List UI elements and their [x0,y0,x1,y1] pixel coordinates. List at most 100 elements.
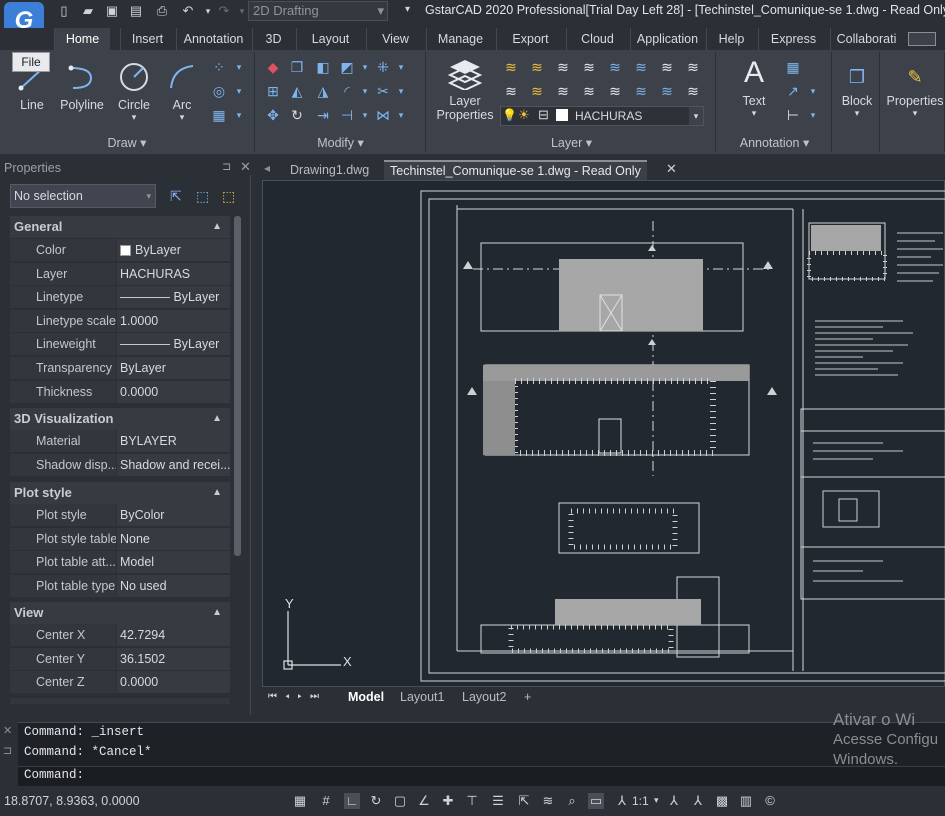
property-value[interactable]: Shadow and recei... [117,453,230,477]
layer-walk-icon[interactable]: ≋ [502,82,520,100]
property-value[interactable]: ByColor [117,504,230,527]
tab-help[interactable]: Help [706,28,756,50]
section-plot-style[interactable]: Plot style ▲ [10,482,230,504]
layer-delete-icon[interactable]: ≋ [580,82,598,100]
general-row[interactable]: Transparency ByLayer [10,357,230,380]
layout-tab-layout2[interactable]: Layout2 [462,690,506,704]
modify-panel-label[interactable]: Modify ▾ [256,135,425,150]
dimension-icon[interactable]: ⊢ [784,106,802,124]
view-row[interactable]: Center X 42.7294 [10,624,230,647]
layer-state-icon[interactable]: ≋ [502,58,520,76]
section-view[interactable]: View ▲ [10,602,230,624]
tab-layout[interactable]: Layout [296,28,364,50]
print-icon[interactable]: ⎙ [154,3,170,19]
doc-tab-drawing1[interactable]: Drawing1.dwg [284,160,375,180]
extend-icon[interactable]: ⇥ [314,106,332,124]
customize-icon[interactable]: ▥ [738,793,754,809]
explode-dropdown-icon[interactable]: ▾ [392,58,410,76]
viz3d-row[interactable]: Shadow disp... Shadow and recei... [10,453,230,477]
tab-insert[interactable]: Insert [120,28,174,50]
section-3d-visualization[interactable]: 3D Visualization ▲ [10,408,230,430]
command-close-icon[interactable]: ✕ [3,724,12,737]
copy-icon[interactable]: ❐ [288,58,306,76]
join-dropdown-icon[interactable]: ▾ [356,106,374,124]
property-value[interactable]: ByLayer [117,357,230,380]
layer-merge-icon[interactable]: ≋ [554,82,572,100]
annotation-scale-value[interactable]: 1:1 [632,794,649,808]
annotation-panel-label[interactable]: Annotation ▾ [718,135,831,150]
undo-dropdown-icon[interactable]: ▾ [200,3,216,19]
layers-icon[interactable]: ≋ [540,793,556,809]
model-space-icon[interactable]: ▭ [588,793,604,809]
layer-isolate-icon[interactable]: ≋ [554,58,572,76]
move-icon[interactable]: ✥ [264,106,282,124]
layer-match-icon[interactable]: ≋ [528,58,546,76]
property-value[interactable]: HACHURAS [117,262,230,286]
tab-scroll-left-icon[interactable]: ◂ [264,161,270,175]
arc-button[interactable]: Arc ▾ [160,60,204,123]
explode-icon[interactable]: ⁜ [374,58,392,76]
properties-scrollbar[interactable] [234,216,241,556]
fillet-dropdown-icon[interactable]: ▾ [356,82,374,100]
annotation-scale-icon[interactable]: ⅄ [614,793,630,809]
ellipse-icon[interactable]: ◎ [210,82,228,100]
annotation-visibility-icon[interactable]: ⅄ [666,793,682,809]
circle-button[interactable]: Circle ▾ [112,60,156,123]
redo-icon[interactable]: ↷ [216,3,232,19]
tab-collaborate[interactable]: Collaborati [830,28,902,50]
draw-panel-label[interactable]: Draw ▾ [0,135,254,150]
snap-icon[interactable]: # [318,793,334,809]
arc-dropdown-icon[interactable]: ▾ [160,112,204,123]
lineweight-icon[interactable]: ☰ [490,793,506,809]
rotate-icon[interactable]: ↻ [288,106,306,124]
undo-icon[interactable]: ↶ [180,3,196,19]
layer-off-icon[interactable]: ≋ [632,58,650,76]
layer-on-icon[interactable]: ≋ [632,82,650,100]
section-general[interactable]: General ▲ [10,216,230,238]
tab-export[interactable]: Export [496,28,564,50]
lightbulb-icon[interactable]: 💡 [502,108,517,122]
tab-application[interactable]: Application [630,28,704,50]
ribbon-minimize-icon[interactable] [908,32,936,46]
property-value[interactable]: 0.0000 [117,380,230,404]
save-icon[interactable]: ▣ [104,3,120,19]
layer-translate-icon[interactable]: ≋ [684,82,702,100]
doc-tab-techinstel[interactable]: Techinstel_Comunique-se 1.dwg - Read Onl… [384,160,647,180]
view-row[interactable]: Center Z 0.0000 [10,671,230,695]
tab-cloud[interactable]: Cloud [566,28,628,50]
point-icon[interactable]: ⁘ [210,58,228,76]
quick-select-icon[interactable]: ⬚ [222,188,235,205]
block-button[interactable]: ❒ Block ▾ [834,64,880,119]
command-input[interactable] [18,766,945,786]
general-row[interactable]: Color ByLayer [10,239,230,262]
layer-lock-icon[interactable]: ≋ [658,58,676,76]
break-icon[interactable]: ⋈ [374,106,392,124]
workspace-select[interactable]: 2D Drafting ▾ [248,1,388,21]
command-pin-icon[interactable]: ⊐ [3,744,12,757]
properties-button[interactable]: ✎ Properties ▾ [882,64,945,119]
trim-icon[interactable]: ✂ [374,82,392,100]
drawing-canvas[interactable] [262,180,945,687]
general-row[interactable]: Linetype ———— ByLayer [10,286,230,310]
save-as-icon[interactable]: ▤ [128,3,144,19]
lock-icon[interactable]: ⊟ [538,107,549,123]
new-file-icon[interactable]: ▯ [56,3,72,19]
general-row[interactable]: Linetype scale 1.0000 [10,309,230,333]
tab-3d[interactable]: 3D [252,28,294,50]
quick-access-dropdown-icon[interactable]: ▾ [405,4,410,15]
erase-icon[interactable]: ◆ [264,58,282,76]
dynamic-input-icon[interactable]: ⊤ [464,793,480,809]
property-value[interactable]: BYLAYER [117,430,230,453]
offset-icon[interactable]: ◩ [338,58,356,76]
stretch-icon[interactable]: ◭ [288,82,306,100]
polyline-button[interactable]: Polyline [56,60,108,112]
tab-manage[interactable]: Manage [426,28,494,50]
select-objects-icon[interactable]: ⬚ [196,188,209,205]
mirror-icon[interactable]: ◧ [314,58,332,76]
plot-row[interactable]: Plot style table None [10,527,230,551]
layer-freeze-icon[interactable]: ≋ [606,58,624,76]
layer-thaw-icon[interactable]: ≋ [606,82,624,100]
pin-icon[interactable]: ⊐ [222,160,231,173]
ortho-icon[interactable]: ∟ [344,793,360,809]
offset-dropdown-icon[interactable]: ▾ [356,58,374,76]
